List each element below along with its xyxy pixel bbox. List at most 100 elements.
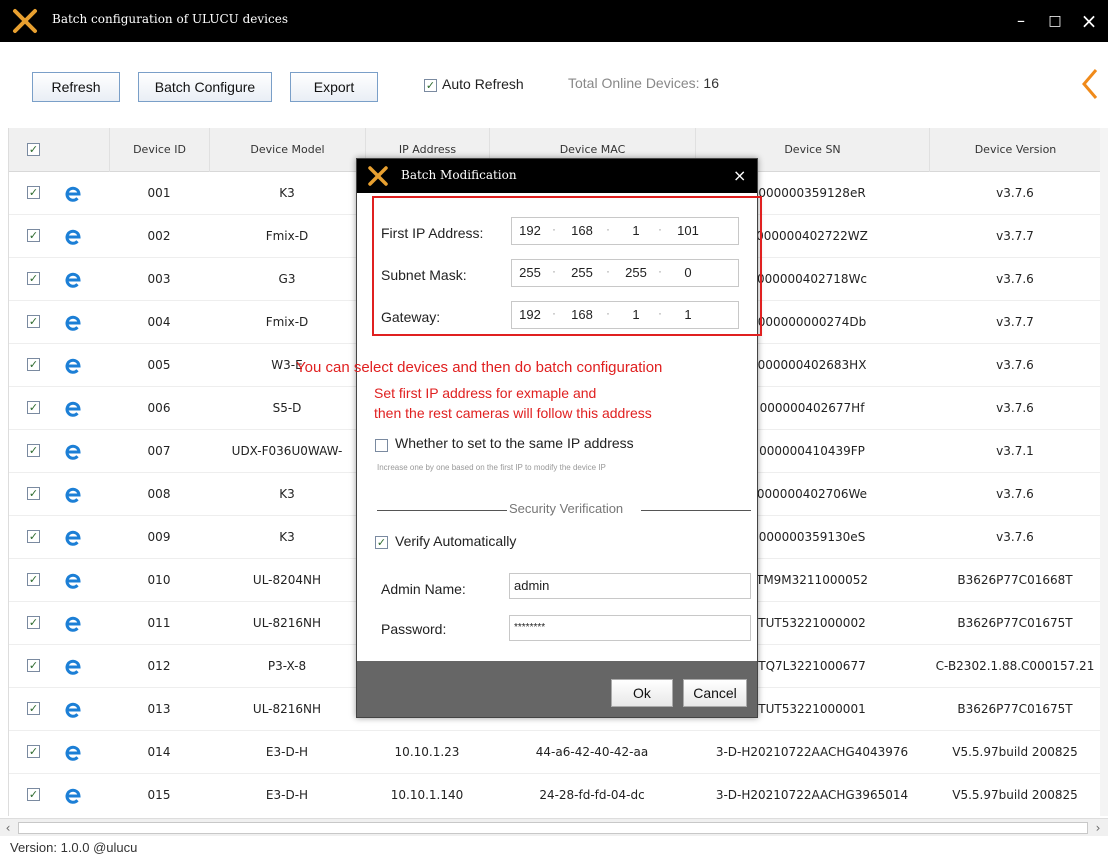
cell-device-version: v3.7.6 [996, 487, 1034, 501]
browser-e-icon[interactable] [63, 227, 83, 247]
ip-fields-highlight [372, 196, 762, 336]
browser-e-icon[interactable] [63, 313, 83, 333]
cell-device-version: B3626P77C01668T [957, 573, 1073, 587]
cell-device-id: 015 [147, 788, 171, 802]
cell-device-id: 007 [147, 444, 171, 458]
annotation-batch-select: You can select devices and then do batch… [296, 359, 663, 376]
cell-device-model: K3 [279, 186, 295, 200]
cell-device-version: v3.7.7 [996, 229, 1034, 243]
same-ip-label: Whether to set to the same IP address [395, 435, 634, 451]
browser-e-icon[interactable] [63, 399, 83, 419]
row-checkbox[interactable]: ✓ [27, 530, 40, 543]
row-checkbox[interactable]: ✓ [27, 659, 40, 672]
cell-device-id: 001 [147, 186, 171, 200]
header-device-model[interactable]: Device Model [209, 128, 365, 172]
browser-e-icon[interactable] [63, 614, 83, 634]
select-all-checkbox[interactable]: ✓ [27, 143, 40, 156]
export-button[interactable]: Export [290, 72, 378, 102]
row-checkbox[interactable]: ✓ [27, 186, 40, 199]
browser-e-icon[interactable] [63, 356, 83, 376]
dialog-footer: Ok Cancel [357, 661, 757, 717]
cell-device-model: S5-D [272, 401, 302, 415]
header-device-id[interactable]: Device ID [109, 128, 209, 172]
row-checkbox[interactable]: ✓ [27, 444, 40, 457]
cell-device-model: Fmix-D [265, 229, 309, 243]
cell-device-id: 005 [147, 358, 171, 372]
cell-device-model: UL-8216NH [252, 702, 322, 716]
browser-e-icon[interactable] [63, 184, 83, 204]
online-devices-status: Total Online Devices: 16 [568, 75, 719, 91]
window-title: Batch configuration of ULUCU devices [52, 12, 288, 26]
annotation-follow-address: then the rest cameras will follow this a… [374, 405, 652, 421]
auto-refresh-label: Auto Refresh [442, 76, 524, 92]
same-ip-checkbox[interactable] [375, 439, 388, 452]
row-checkbox[interactable]: ✓ [27, 401, 40, 414]
browser-e-icon[interactable] [63, 442, 83, 462]
cell-device-id: 010 [147, 573, 171, 587]
row-checkbox[interactable]: ✓ [27, 616, 40, 629]
password-input[interactable]: ******** [509, 615, 751, 641]
cell-device-id: 006 [147, 401, 171, 415]
browser-e-icon[interactable] [63, 270, 83, 290]
password-label: Password: [381, 621, 447, 637]
row-checkbox[interactable]: ✓ [27, 745, 40, 758]
vertical-scrollbar[interactable] [1100, 128, 1108, 816]
dialog-close-icon[interactable]: × [733, 166, 746, 185]
browser-e-icon[interactable] [63, 700, 83, 720]
cancel-button[interactable]: Cancel [683, 679, 747, 707]
table-row[interactable]: ✓ 015 E3-D-H 10.10.1.140 24-28-fd-fd-04-dc 3-… [9, 774, 1100, 816]
maximize-button[interactable]: □ [1044, 10, 1066, 32]
cell-device-version: v3.7.6 [996, 272, 1034, 286]
cell-device-version: v3.7.6 [996, 530, 1034, 544]
cell-device-id: 009 [147, 530, 171, 544]
refresh-button[interactable]: Refresh [32, 72, 120, 102]
verify-automatically-checkbox[interactable]: ✓ [375, 536, 388, 549]
row-checkbox[interactable]: ✓ [27, 358, 40, 371]
browser-e-icon[interactable] [63, 485, 83, 505]
scrollbar-thumb[interactable] [18, 822, 1088, 834]
admin-name-label: Admin Name: [381, 581, 466, 597]
table-row[interactable]: ✓ 014 E3-D-H 10.10.1.23 44-a6-42-40-42-aa 3-D… [9, 731, 1100, 774]
row-checkbox[interactable]: ✓ [27, 702, 40, 715]
window-close-button[interactable]: × [1078, 10, 1100, 32]
row-checkbox[interactable]: ✓ [27, 272, 40, 285]
cell-device-id: 008 [147, 487, 171, 501]
header-device-version[interactable]: Device Version [929, 128, 1100, 172]
cell-device-model: K3 [279, 487, 295, 501]
cell-device-id: 014 [147, 745, 171, 759]
browser-e-icon[interactable] [63, 571, 83, 591]
batch-configure-button[interactable]: Batch Configure [138, 72, 272, 102]
cell-device-id: 002 [147, 229, 171, 243]
collapse-panel-icon[interactable] [1078, 64, 1104, 104]
row-checkbox[interactable]: ✓ [27, 315, 40, 328]
minimize-button[interactable]: – [1010, 10, 1032, 32]
cell-ip-address: 10.10.1.140 [390, 788, 464, 802]
browser-e-icon[interactable] [63, 657, 83, 677]
auto-refresh-checkbox[interactable]: ✓ [424, 79, 437, 92]
cell-device-mac: 44-a6-42-40-42-aa [535, 745, 649, 759]
cell-device-model: UL-8216NH [252, 616, 322, 630]
cell-device-sn: 3-D-H20210722AACHG3965014 [715, 788, 909, 802]
row-checkbox[interactable]: ✓ [27, 788, 40, 801]
cell-device-model: G3 [278, 272, 296, 286]
scroll-right-icon[interactable]: › [1090, 819, 1106, 837]
cell-device-id: 012 [147, 659, 171, 673]
browser-e-icon[interactable] [63, 786, 83, 806]
ulucu-logo-icon [368, 166, 388, 186]
row-checkbox[interactable]: ✓ [27, 229, 40, 242]
browser-e-icon[interactable] [63, 528, 83, 548]
ok-button[interactable]: Ok [611, 679, 673, 707]
annotation-first-ip: Set first IP address for exmaple and [374, 385, 597, 401]
browser-e-icon[interactable] [63, 743, 83, 763]
cell-device-model: UL-8204NH [252, 573, 322, 587]
row-checkbox[interactable]: ✓ [27, 573, 40, 586]
cell-device-model: K3 [279, 530, 295, 544]
section-divider [641, 510, 751, 511]
row-checkbox[interactable]: ✓ [27, 487, 40, 500]
admin-name-input[interactable]: admin [509, 573, 751, 599]
cell-device-model: Fmix-D [265, 315, 309, 329]
horizontal-scrollbar[interactable]: ‹ › [0, 818, 1108, 836]
cell-device-version: B3626P77C01675T [957, 702, 1073, 716]
same-ip-hint: Increase one by one based on the first I… [377, 463, 606, 472]
scroll-left-icon[interactable]: ‹ [0, 819, 16, 837]
